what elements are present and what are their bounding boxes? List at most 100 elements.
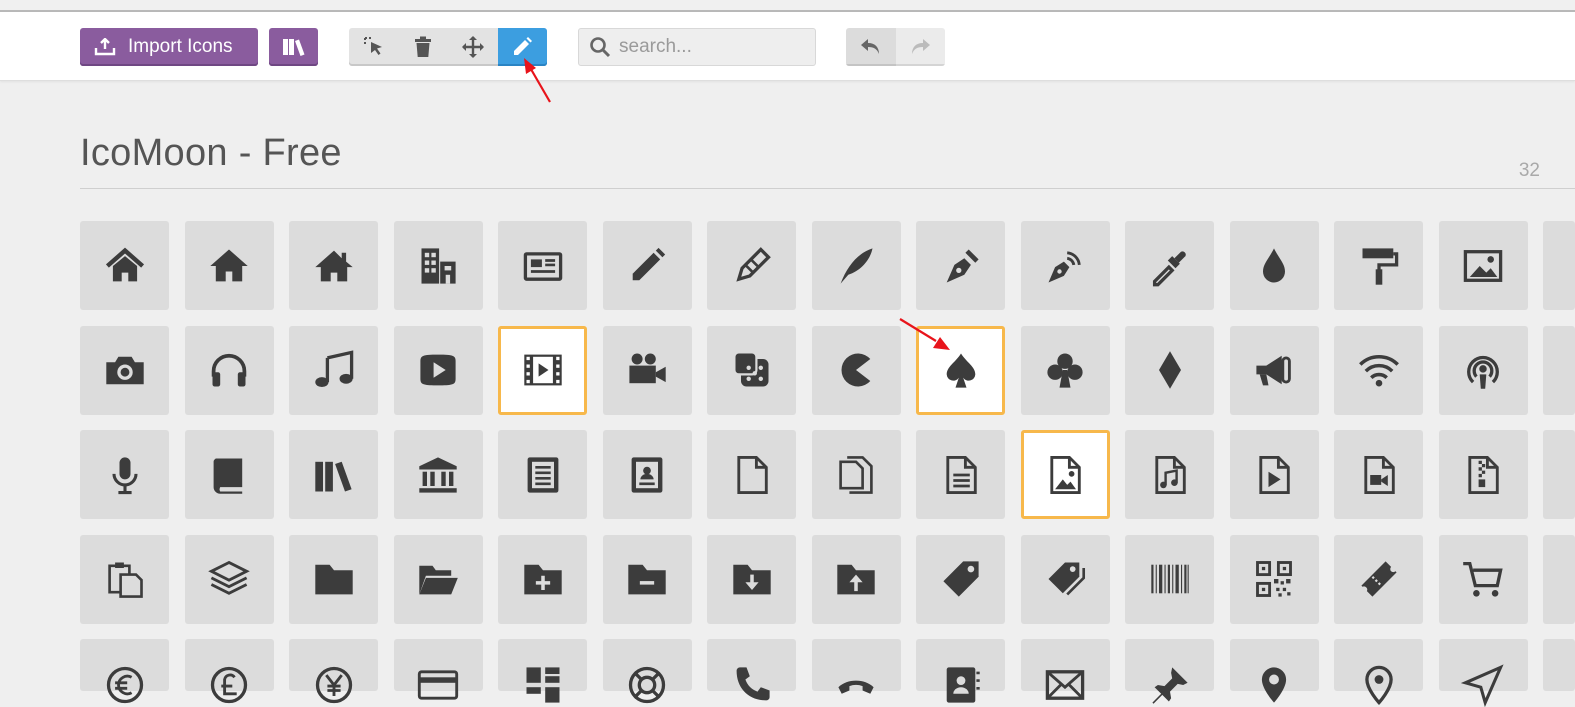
- files-empty-icon: [839, 455, 873, 494]
- icon-cell-coin-euro[interactable]: [80, 639, 169, 704]
- icon-cell-paste[interactable]: [80, 534, 169, 624]
- icon-cell-pacman[interactable]: [811, 325, 901, 415]
- pacman-icon: [841, 353, 871, 387]
- icon-cell-location[interactable]: [1229, 639, 1319, 703]
- icon-cell-pencil2[interactable]: [707, 221, 796, 310]
- icon-cell-library[interactable]: [393, 430, 483, 519]
- icon-cell-phone-hang-up[interactable]: [811, 639, 901, 694]
- icon-cell-file-text2[interactable]: [916, 430, 1005, 519]
- price-tags-icon: [1048, 562, 1086, 596]
- icon-cell-file-music[interactable]: [1125, 430, 1214, 519]
- icon-cell-droplet[interactable]: [1229, 221, 1319, 310]
- icon-cell-book[interactable]: [184, 430, 274, 519]
- icon-cell-file-empty[interactable]: [707, 430, 796, 519]
- profile-icon: [631, 456, 663, 493]
- paste-icon: [107, 562, 143, 598]
- icon-cell-stack[interactable]: [184, 534, 274, 624]
- stack-icon: [208, 560, 250, 595]
- icon-cell-phone[interactable]: [707, 639, 796, 701]
- icon-cell-credit-card[interactable]: [393, 639, 483, 700]
- book-icon: [213, 458, 243, 494]
- icon-cell-envelop[interactable]: [1020, 639, 1110, 700]
- icon-cell-paint-format[interactable]: [1334, 221, 1423, 310]
- icon-cell-cart[interactable]: [1438, 534, 1528, 624]
- icon-cell-coin-dollar[interactable]: [1543, 534, 1575, 624]
- folder-minus-icon: [628, 564, 666, 595]
- icon-cell-pen[interactable]: [916, 221, 1005, 310]
- icon-cell-headphones[interactable]: [184, 325, 274, 415]
- icon-cell-connection[interactable]: [1334, 325, 1423, 415]
- headphones-icon: [211, 353, 247, 387]
- credit-card-icon: [417, 670, 459, 700]
- icon-cell-mic[interactable]: [80, 430, 169, 519]
- icon-cell-folder-open[interactable]: [393, 534, 483, 624]
- icon-cell-home3[interactable]: [289, 221, 378, 310]
- icon-cell-images[interactable]: [1543, 221, 1575, 310]
- icon-cell-home[interactable]: [80, 221, 169, 310]
- icon-grid: [0, 0, 1575, 707]
- icon-cell-film[interactable]: [498, 325, 587, 415]
- play-icon: [420, 354, 456, 386]
- location-icon: [1261, 667, 1287, 703]
- calculator-icon: [526, 667, 559, 703]
- icon-cell-files-empty[interactable]: [811, 430, 901, 519]
- icon-cell-lifebuoy[interactable]: [602, 639, 692, 704]
- icon-cell-pushpin[interactable]: [1125, 639, 1214, 704]
- diamonds-icon: [1158, 351, 1181, 389]
- icon-cell-file-video[interactable]: [1334, 430, 1423, 519]
- icon-cell-music[interactable]: [289, 325, 378, 415]
- icon-cell-file-picture[interactable]: [1020, 430, 1110, 519]
- icon-cell-feed[interactable]: [1543, 325, 1575, 415]
- icon-cell-profile[interactable]: [602, 430, 692, 519]
- location2-icon: [1364, 665, 1393, 706]
- icon-cell-image[interactable]: [1438, 221, 1528, 310]
- icon-cell-dice[interactable]: [707, 325, 796, 415]
- icon-cell-office[interactable]: [393, 221, 483, 310]
- icon-cell-video-camera[interactable]: [602, 325, 692, 415]
- icon-cell-price-tag[interactable]: [916, 534, 1005, 624]
- icon-cell-folder-plus[interactable]: [498, 534, 587, 624]
- icon-cell-calculator[interactable]: [498, 639, 587, 703]
- qrcode-icon: [1256, 561, 1292, 597]
- pencil-icon: [632, 247, 666, 280]
- icon-cell-podcast[interactable]: [1438, 325, 1528, 415]
- price-tag-icon: [942, 561, 979, 597]
- icon-cell-pencil[interactable]: [602, 221, 692, 310]
- coin-euro-icon: [106, 666, 143, 704]
- icon-cell-folder[interactable]: [289, 534, 378, 624]
- film-icon: [523, 354, 562, 386]
- icon-cell-file-play[interactable]: [1229, 430, 1319, 519]
- icon-cell-camera[interactable]: [80, 325, 169, 415]
- icon-cell-quill[interactable]: [811, 221, 901, 310]
- icon-cell-price-tags[interactable]: [1020, 534, 1110, 624]
- icon-cell-barcode[interactable]: [1125, 534, 1214, 624]
- icon-cell-bullhorn[interactable]: [1229, 325, 1319, 415]
- icon-cell-file-text[interactable]: [498, 430, 587, 519]
- icon-cell-compass[interactable]: [1438, 639, 1528, 707]
- barcode-icon: [1150, 564, 1189, 594]
- icon-cell-qrcode[interactable]: [1229, 534, 1319, 624]
- icon-cell-address-book[interactable]: [916, 639, 1005, 703]
- icon-cell-eyedropper[interactable]: [1125, 221, 1214, 310]
- icon-cell-folder-download[interactable]: [707, 534, 796, 624]
- icon-cell-blog[interactable]: [1020, 221, 1110, 310]
- icon-cell-coin-yen[interactable]: [289, 639, 378, 704]
- file-empty-icon: [736, 455, 768, 494]
- icon-cell-folder-minus[interactable]: [602, 534, 692, 624]
- icon-cell-diamonds[interactable]: [1125, 325, 1214, 415]
- home-icon: [105, 247, 144, 281]
- icon-cell-copy[interactable]: [1543, 430, 1575, 519]
- icon-cell-newspaper[interactable]: [498, 221, 587, 310]
- icon-cell-location2[interactable]: [1334, 639, 1423, 706]
- icon-cell-compass2[interactable]: [1543, 639, 1575, 691]
- icon-cell-folder-upload[interactable]: [811, 534, 901, 624]
- icon-cell-coin-pound[interactable]: [184, 639, 274, 704]
- icon-cell-clubs[interactable]: [1020, 325, 1110, 415]
- books-icon: [314, 461, 352, 491]
- icon-cell-play[interactable]: [393, 325, 483, 415]
- coin-pound-icon: [210, 666, 248, 704]
- icon-cell-books[interactable]: [289, 430, 378, 519]
- icon-cell-ticket[interactable]: [1334, 534, 1423, 624]
- icon-cell-file-zip[interactable]: [1438, 430, 1528, 519]
- icon-cell-home2[interactable]: [184, 221, 274, 310]
